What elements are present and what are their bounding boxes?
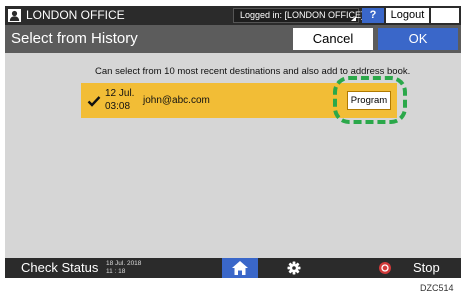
logout-button[interactable]: Logout [386,8,429,23]
stop-button[interactable]: Stop [413,259,440,277]
login-status-text: Logged in: [LONDON OFFICE] [240,10,364,20]
top-status-bar: LONDON OFFICE Logged in: [LONDON OFFICE]… [5,6,461,25]
current-date: 18 Jul. 2018 [106,260,142,267]
program-button[interactable]: Program [347,91,391,110]
home-icon [232,261,248,275]
login-status-field[interactable]: Logged in: [LONDON OFFICE] [233,8,364,23]
ok-button[interactable]: OK [378,28,458,50]
history-date: 12 Jul. [105,88,135,99]
energy-saver-icon [442,10,447,21]
cancel-button[interactable]: Cancel [293,28,373,50]
user-icon [8,9,21,22]
info-message: Can select from 10 most recent destinati… [95,66,411,77]
history-destination: john@abc.com [143,95,210,106]
title-bar: Select from History Cancel OK [5,25,461,53]
stop-icon[interactable] [379,262,391,274]
energy-saver-button[interactable] [431,8,459,23]
help-button[interactable]: ? [362,8,384,23]
history-time: 03:08 [105,101,131,112]
history-row[interactable]: 12 Jul. 03:08 john@abc.com Program [81,83,397,118]
figure-code: DZC514 [420,283,454,293]
home-button[interactable] [222,258,258,278]
page-title: Select from History [11,30,138,47]
current-time: 11 : 18 [106,268,126,275]
corner-indicator-icon [351,16,356,21]
control-panel-screen: LONDON OFFICE Logged in: [LONDON OFFICE]… [5,6,461,278]
office-name: LONDON OFFICE [26,8,125,22]
check-status-button[interactable]: Check Status [21,259,98,277]
settings-icon [287,261,301,275]
settings-button[interactable] [287,261,301,275]
checkmark-icon [87,94,101,108]
bottom-bar: Check Status 18 Jul. 2018 11 : 18 Stop [5,258,461,278]
